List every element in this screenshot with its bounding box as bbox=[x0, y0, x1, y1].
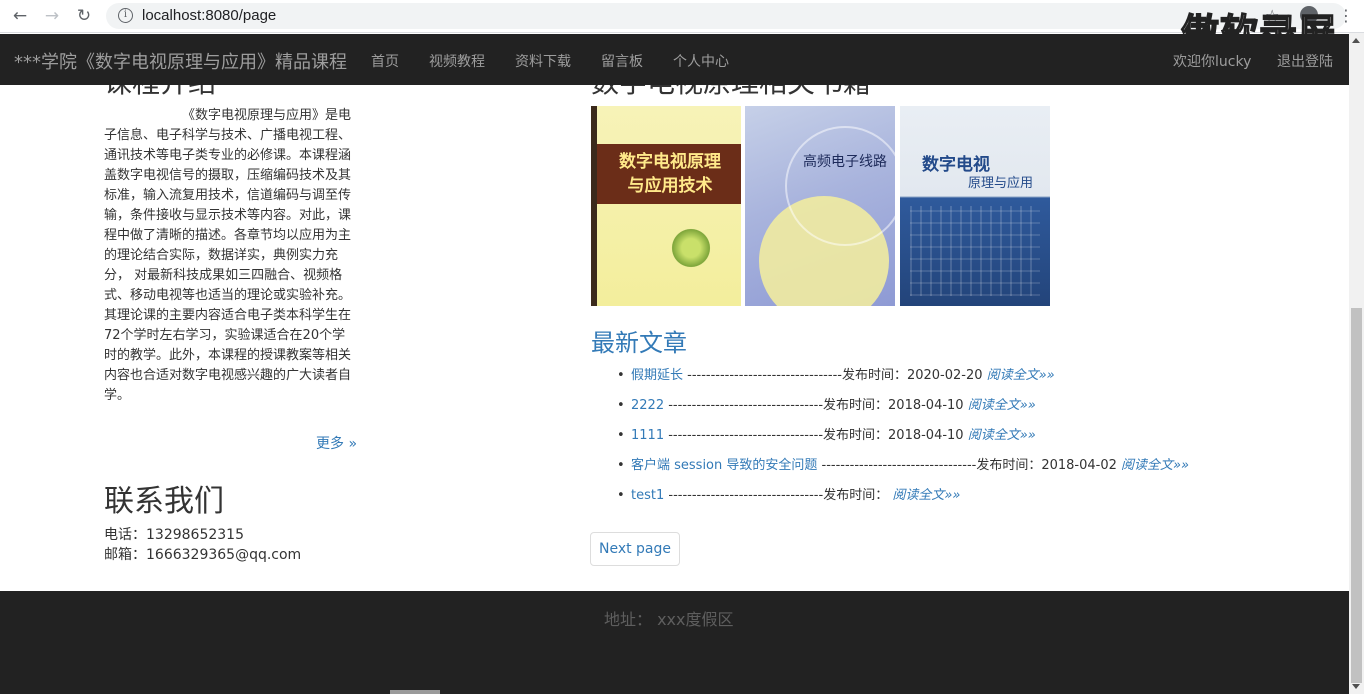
article-date: 发布时间：2018-04-10 bbox=[823, 428, 968, 443]
article-date: 发布时间：2018-04-10 bbox=[823, 398, 968, 413]
read-more-link[interactable]: 阅读全文»» bbox=[968, 398, 1036, 413]
article-link[interactable]: 客户端 session 导致的安全问题 bbox=[631, 458, 817, 473]
book-1-title-line1: 数字电视原理 bbox=[619, 152, 721, 172]
latest-articles-heading: 最新文章 bbox=[591, 329, 687, 357]
book-cover-3[interactable]: 数字电视 原理与应用 bbox=[900, 106, 1050, 306]
contact-heading: 联系我们 bbox=[104, 484, 224, 519]
info-icon[interactable]: i bbox=[118, 8, 133, 23]
nav-personal-center[interactable]: 个人中心 bbox=[673, 51, 729, 71]
read-more-link[interactable]: 阅读全文»» bbox=[968, 428, 1036, 443]
article-separator: --------------------------------- bbox=[683, 368, 842, 383]
book-3-subtitle: 原理与应用 bbox=[968, 176, 1034, 191]
book-2-title: 高频电子线路 bbox=[803, 154, 887, 170]
article-date: 发布时间：2018-04-02 bbox=[976, 458, 1122, 473]
horizontal-scroll-thumb[interactable] bbox=[390, 690, 440, 694]
article-separator: --------------------------------- bbox=[664, 428, 824, 443]
scroll-thumb[interactable] bbox=[1351, 308, 1362, 683]
read-more-link[interactable]: 阅读全文»» bbox=[987, 368, 1055, 383]
list-item: • 1111 ---------------------------------发… bbox=[617, 424, 1036, 443]
back-icon[interactable]: ← bbox=[8, 5, 32, 27]
url-text: localhost:8080/page bbox=[142, 7, 277, 24]
book-cover-ring bbox=[785, 126, 895, 246]
book-cover-1[interactable]: 数字电视原理 与应用技术 bbox=[591, 106, 741, 306]
more-link[interactable]: 更多 » bbox=[316, 433, 357, 453]
article-link[interactable]: 1111 bbox=[631, 428, 664, 443]
read-more-link[interactable]: 阅读全文»» bbox=[892, 488, 960, 503]
scroll-down-icon[interactable] bbox=[1352, 684, 1360, 689]
welcome-user[interactable]: 欢迎你lucky bbox=[1173, 51, 1251, 71]
article-date: 发布时间： bbox=[823, 488, 893, 503]
more-vertical-icon[interactable]: ⋮ bbox=[1338, 6, 1354, 25]
book-cover-pattern bbox=[910, 206, 1040, 296]
book-emblem bbox=[669, 226, 713, 270]
bullet: • bbox=[617, 398, 625, 413]
books-heading-clip: 数字电视原理相关书籍 bbox=[591, 85, 911, 99]
article-separator: --------------------------------- bbox=[664, 398, 824, 413]
forward-icon[interactable]: → bbox=[40, 5, 64, 27]
list-item: • test1 ---------------------------------… bbox=[617, 484, 960, 503]
article-date: 发布时间：2020-02-20 bbox=[841, 368, 987, 383]
logout-link[interactable]: 退出登陆 bbox=[1277, 51, 1333, 71]
nav-message-board[interactable]: 留言板 bbox=[601, 51, 643, 71]
bullet: • bbox=[617, 428, 625, 443]
bullet: • bbox=[617, 458, 625, 473]
article-link[interactable]: test1 bbox=[631, 488, 664, 503]
book-1-title-line2: 与应用技术 bbox=[627, 176, 713, 196]
nav-downloads[interactable]: 资料下载 bbox=[515, 51, 571, 71]
nav-video-tutorials[interactable]: 视频教程 bbox=[429, 51, 485, 71]
article-link[interactable]: 2222 bbox=[631, 398, 664, 413]
nav-home[interactable]: 首页 bbox=[371, 51, 399, 71]
contact-phone: 电话：13298652315 bbox=[104, 527, 244, 543]
bullet: • bbox=[617, 488, 625, 503]
browser-toolbar: ← → ↻ i localhost:8080/page ☆ ⋮ bbox=[0, 0, 1364, 33]
article-link[interactable]: 假期延长 bbox=[631, 368, 683, 383]
list-item: • 客户端 session 导致的安全问题 -------------------… bbox=[617, 454, 1189, 473]
address-bar[interactable]: i localhost:8080/page bbox=[106, 3, 1346, 29]
list-item: • 2222 ---------------------------------发… bbox=[617, 394, 1036, 413]
page-footer: 地址： xxx度假区 bbox=[0, 591, 1349, 694]
books-heading: 数字电视原理相关书籍 bbox=[591, 85, 871, 99]
scroll-up-icon[interactable] bbox=[1352, 38, 1360, 43]
course-intro-text: 《数字电视原理与应用》是电子信息、电子科学与技术、广播电视工程、通讯技术等电子类… bbox=[104, 108, 352, 403]
next-page-button[interactable]: Next page bbox=[590, 532, 680, 566]
reload-icon[interactable]: ↻ bbox=[72, 5, 96, 27]
article-separator: --------------------------------- bbox=[817, 458, 977, 473]
intro-heading-clip: 课程介绍 bbox=[104, 85, 354, 99]
book-cover-2[interactable]: 高频电子线路 bbox=[745, 106, 895, 306]
book-1-title: 数字电视原理 与应用技术 bbox=[605, 150, 735, 198]
site-brand[interactable]: ***学院《数字电视原理与应用》精品课程 bbox=[14, 48, 347, 74]
footer-address: 地址： xxx度假区 bbox=[604, 610, 734, 629]
contact-email: 邮箱：1666329365@qq.com bbox=[104, 547, 302, 563]
intro-heading: 课程介绍 bbox=[104, 85, 216, 99]
vertical-scrollbar[interactable] bbox=[1349, 33, 1364, 694]
bullet: • bbox=[617, 368, 625, 383]
read-more-link[interactable]: 阅读全文»» bbox=[1121, 458, 1189, 473]
list-item: • 假期延长 ---------------------------------发… bbox=[617, 364, 1055, 383]
article-separator: --------------------------------- bbox=[664, 488, 824, 503]
top-navbar: ***学院《数字电视原理与应用》精品课程 首页 视频教程 资料下载 留言板 个人… bbox=[0, 34, 1349, 85]
